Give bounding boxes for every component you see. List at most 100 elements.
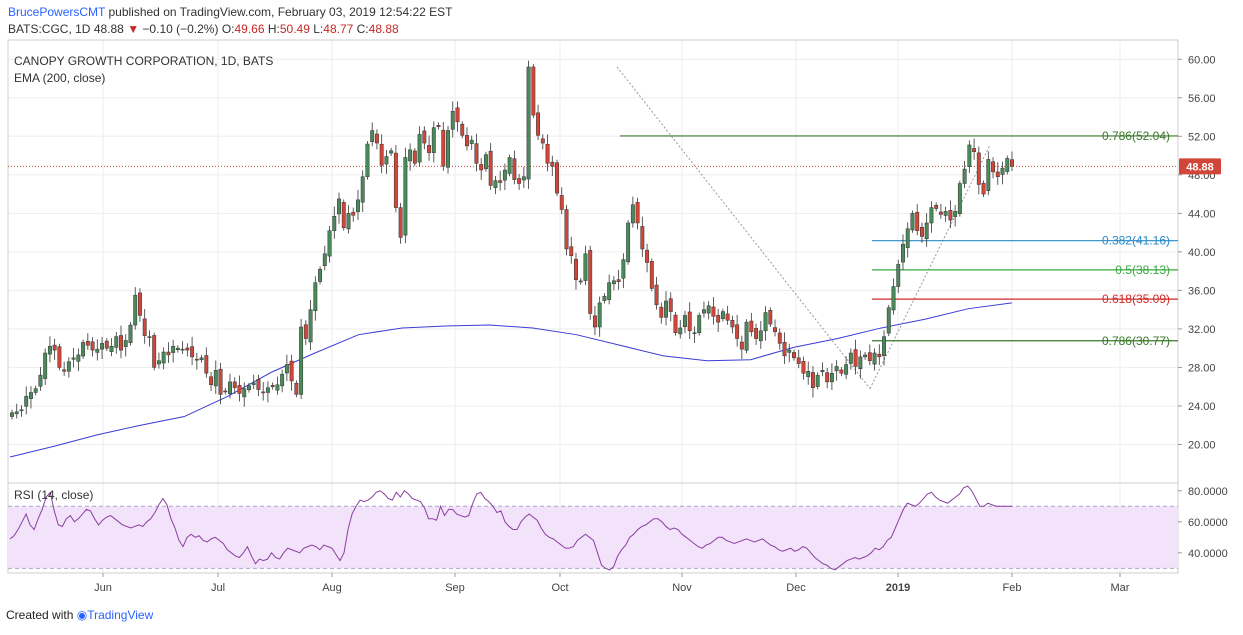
tradingview-brand[interactable]: TradingView (87, 608, 153, 622)
candle-body (706, 305, 711, 314)
candle-body (796, 357, 801, 364)
candle (640, 216, 645, 258)
last-price-badge-text: 48.88 (1186, 161, 1214, 173)
rsi-tick-label: 40.0000 (1188, 548, 1228, 560)
ema-200-line (9, 302, 1013, 458)
candle (1010, 151, 1014, 171)
candle (398, 202, 403, 244)
candle-body (460, 123, 465, 136)
candle-body (611, 280, 616, 285)
candle-body (905, 228, 910, 248)
candle-body (735, 324, 740, 339)
candle (498, 170, 503, 191)
candle (768, 307, 773, 327)
rsi-pane: RSI (14, close) (8, 485, 1178, 571)
candle (351, 207, 356, 222)
candle-body (550, 161, 555, 167)
candle (156, 352, 161, 369)
candle (427, 135, 432, 161)
candle-body (602, 295, 607, 301)
candle (953, 205, 958, 227)
candle (957, 180, 962, 217)
candle-body (934, 205, 939, 209)
candle (204, 347, 209, 378)
candle (555, 159, 559, 197)
candle (270, 382, 275, 390)
price-tick-label: 44.00 (1188, 208, 1216, 220)
candle-body (901, 243, 905, 263)
candle-body (521, 176, 526, 181)
candle (877, 344, 882, 365)
candle-body (716, 314, 721, 323)
candle-body (152, 335, 157, 368)
candle-body (578, 280, 583, 283)
candle (602, 293, 607, 304)
candle (318, 266, 323, 285)
candle-body (199, 357, 204, 360)
candle (308, 299, 313, 351)
price-tick-label: 32.00 (1188, 324, 1216, 336)
candle-body (180, 348, 185, 351)
candle-body (417, 134, 422, 163)
price-tick-label: 56.00 (1188, 93, 1216, 105)
candle-body (588, 250, 593, 314)
candle (403, 147, 408, 244)
candle-body (488, 150, 493, 186)
candle-body (569, 246, 574, 256)
candle-body (133, 294, 138, 326)
candle-body (147, 336, 152, 338)
candle (574, 252, 578, 290)
candle-body (664, 300, 668, 318)
candle-body (592, 315, 597, 328)
candle (29, 386, 33, 409)
candle (133, 287, 138, 330)
candle-body (57, 346, 62, 368)
candle-body (33, 388, 38, 393)
candle (569, 236, 574, 264)
candle (938, 203, 943, 219)
candle (564, 204, 569, 256)
candle-body (299, 326, 304, 395)
price-axis[interactable]: 60.0056.0052.0048.0044.0040.0036.0032.00… (1178, 54, 1216, 451)
candle (66, 357, 71, 378)
candle-body (337, 198, 341, 215)
candle (972, 138, 977, 160)
rsi-axis[interactable]: 80.0000 60.0000 40.0000 (1178, 486, 1228, 560)
candle (90, 337, 95, 357)
candle-body (398, 207, 403, 238)
candle-body (976, 152, 981, 185)
chart-canvas[interactable]: RSI (14, close) 0.786(52.04) 0.382(41.16… (0, 0, 1243, 600)
indicator-label: EMA (200, close) (14, 71, 105, 85)
candle (142, 309, 147, 344)
candle (337, 192, 341, 224)
candle-body (303, 324, 308, 339)
candle-body (166, 351, 171, 356)
candle-body (555, 162, 559, 194)
candle-body (725, 313, 730, 321)
candle-body (810, 372, 815, 388)
candle-body (839, 369, 844, 374)
candle-body (479, 164, 484, 171)
candle-body (834, 366, 839, 372)
candle-body (867, 352, 872, 361)
candle-body (441, 129, 446, 167)
candle-body (52, 344, 57, 351)
fib-label-05: 0.5(38.13) (1115, 263, 1170, 277)
candle (986, 151, 991, 196)
candle-body (71, 357, 76, 360)
candle (531, 64, 536, 119)
tradingview-logo-icon[interactable]: ◉ (77, 608, 87, 622)
rsi-title: RSI (14, close) (14, 488, 93, 502)
candle (910, 210, 915, 233)
candle (469, 135, 474, 150)
candle-body (313, 282, 318, 312)
candle-body (616, 279, 621, 282)
candle (265, 381, 270, 403)
time-tick-label: Mar (1111, 582, 1130, 594)
time-tick-label: Sep (445, 582, 465, 594)
candle (166, 342, 171, 364)
candle (180, 341, 185, 354)
time-tick-label: Jun (94, 582, 112, 594)
candle (417, 126, 422, 167)
time-axis[interactable]: Jun Jul Aug Sep Oct Nov Dec 2019 Feb Mar (94, 573, 1130, 594)
